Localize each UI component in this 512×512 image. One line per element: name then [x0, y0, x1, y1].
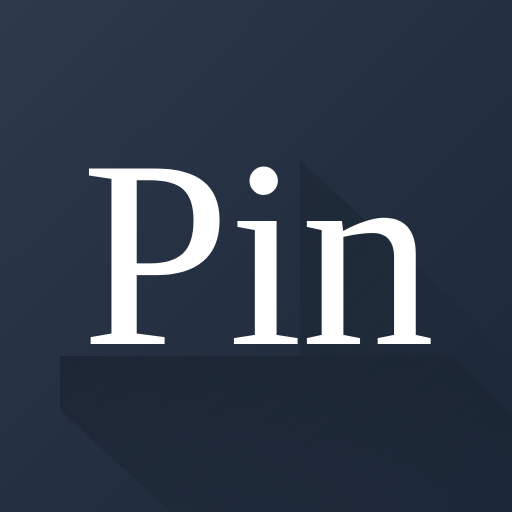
- logo-wordmark: Pin: [81, 105, 435, 402]
- app-icon: Pin: [0, 0, 512, 512]
